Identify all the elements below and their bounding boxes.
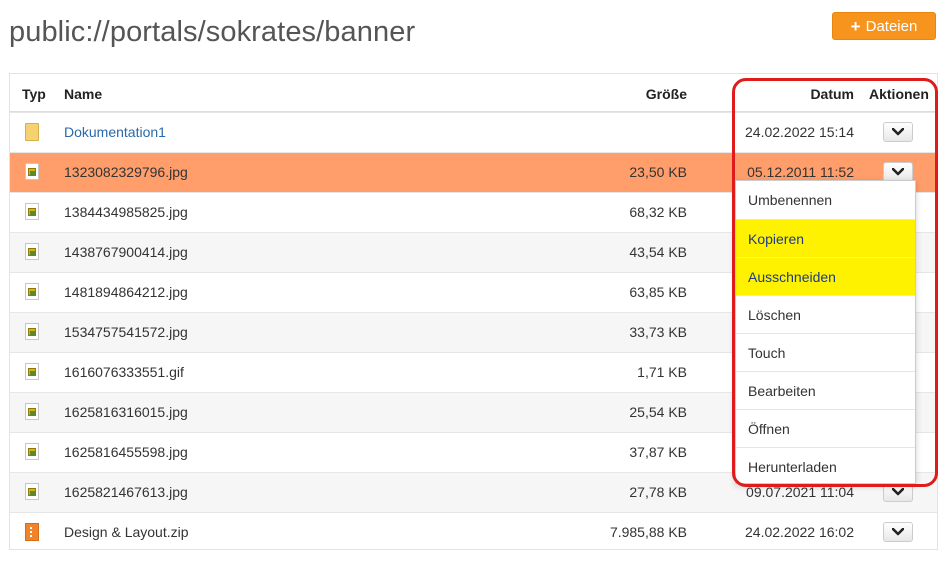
- actions-dropdown-button[interactable]: [883, 122, 913, 142]
- table-header: Typ Name Größe Datum Aktionen: [10, 74, 937, 113]
- file-name: 1323082329796.jpg: [64, 164, 188, 180]
- column-header-actions: Aktionen: [869, 86, 929, 102]
- file-size: 63,85 KB: [629, 284, 687, 300]
- folder-link[interactable]: Dokumentation1: [64, 124, 166, 140]
- file-name: 1625816316015.jpg: [64, 404, 188, 420]
- file-name: 1625816455598.jpg: [64, 444, 188, 460]
- image-file-icon: [25, 403, 39, 420]
- image-file-icon: [25, 363, 39, 380]
- file-name: 1438767900414.jpg: [64, 244, 188, 260]
- column-header-type[interactable]: Typ: [22, 86, 46, 102]
- image-file-icon: [25, 203, 39, 220]
- menu-item-öffnen[interactable]: Öffnen: [736, 409, 915, 447]
- chevron-down-icon[interactable]: [883, 522, 913, 542]
- column-header-date[interactable]: Datum: [810, 86, 854, 102]
- actions-dropdown-button[interactable]: [883, 522, 913, 542]
- page-title: public://portals/sokrates/banner: [9, 16, 416, 48]
- folder-icon: [25, 123, 39, 141]
- file-name: 1534757541572.jpg: [64, 324, 188, 340]
- plus-icon: +: [850, 16, 861, 36]
- menu-item-bearbeiten[interactable]: Bearbeiten: [736, 371, 915, 409]
- menu-item-umbenennen[interactable]: Umbenennen: [736, 181, 915, 219]
- zip-file-icon: [25, 523, 39, 541]
- menu-item-kopieren[interactable]: Kopieren: [736, 219, 915, 257]
- image-file-icon: [25, 443, 39, 460]
- file-size: 68,32 KB: [629, 204, 687, 220]
- upload-files-label: Dateien: [865, 17, 918, 35]
- file-name: 1625821467613.jpg: [64, 484, 188, 500]
- actions-dropdown-button[interactable]: [883, 482, 913, 502]
- file-name: Design & Layout.zip: [64, 524, 189, 540]
- file-size: 7.985,88 KB: [609, 524, 687, 540]
- file-name: 1384434985825.jpg: [64, 204, 188, 220]
- menu-item-herunterladen[interactable]: Herunterladen: [736, 447, 915, 485]
- upload-files-button[interactable]: + Dateien: [832, 12, 936, 40]
- file-size: 33,73 KB: [629, 324, 687, 340]
- file-size: 23,50 KB: [629, 164, 687, 180]
- file-size: 43,54 KB: [629, 244, 687, 260]
- column-header-name[interactable]: Name: [64, 86, 102, 102]
- file-size: 25,54 KB: [629, 404, 687, 420]
- file-size: 1,71 KB: [637, 364, 687, 380]
- table-row[interactable]: Design & Layout.zip 7.985,88 KB 24.02.2022…: [10, 512, 937, 549]
- image-file-icon: [25, 483, 39, 500]
- file-name: 1616076333551.gif: [64, 364, 184, 380]
- file-date: 09.07.2021 11:04: [746, 484, 854, 500]
- file-size: 27,78 KB: [629, 484, 687, 500]
- file-date: 05.12.2011 11:52: [747, 164, 854, 180]
- image-file-icon: [25, 323, 39, 340]
- actions-dropdown-menu: Umbenennen Kopieren Ausschneiden Löschen Tou…: [735, 180, 916, 484]
- column-header-size[interactable]: Größe: [646, 86, 687, 102]
- chevron-down-icon[interactable]: [883, 162, 913, 182]
- table-row[interactable]: Dokumentation1 24.02.2022 15:14: [10, 112, 937, 152]
- file-date: 24.02.2022 16:02: [745, 524, 854, 540]
- file-name: 1481894864212.jpg: [64, 284, 188, 300]
- file-size: 37,87 KB: [629, 444, 687, 460]
- menu-item-löschen[interactable]: Löschen: [736, 295, 915, 333]
- menu-item-touch[interactable]: Touch: [736, 333, 915, 371]
- image-file-icon: [25, 163, 39, 180]
- file-date: 24.02.2022 15:14: [745, 124, 854, 140]
- image-file-icon: [25, 283, 39, 300]
- chevron-down-icon[interactable]: [883, 122, 913, 142]
- chevron-down-icon[interactable]: [883, 482, 913, 502]
- image-file-icon: [25, 243, 39, 260]
- actions-dropdown-button[interactable]: [883, 162, 913, 182]
- menu-item-ausschneiden[interactable]: Ausschneiden: [736, 257, 915, 295]
